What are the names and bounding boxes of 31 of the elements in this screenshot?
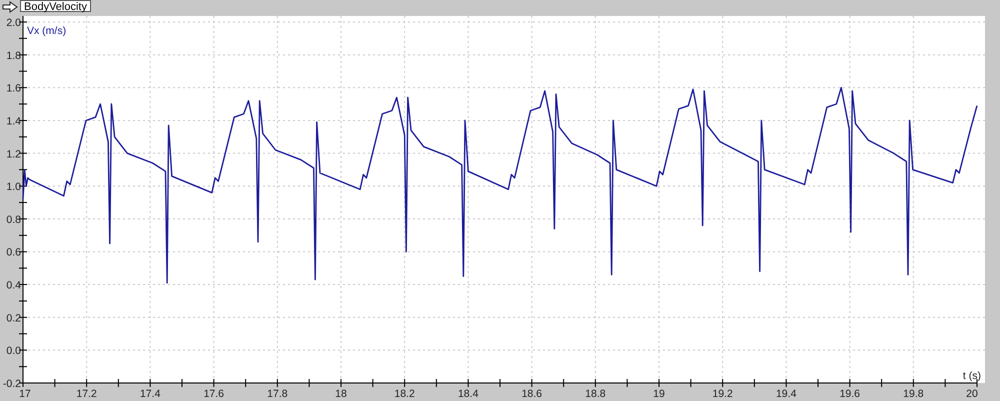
- chart-title-tab[interactable]: BodyVelocity: [20, 0, 91, 12]
- y-tick-label: 0.8: [6, 214, 21, 226]
- x-tick-label: 20: [966, 388, 978, 400]
- x-tick-label: 17.2: [76, 388, 97, 400]
- x-tick-label: 19.8: [903, 388, 924, 400]
- x-tick-label: 17: [19, 388, 31, 400]
- x-axis-label: t (s): [962, 370, 981, 382]
- y-tick-label: 1.6: [6, 82, 21, 95]
- y-tick-label: 1.4: [6, 115, 21, 128]
- x-tick-label: 18.4: [458, 388, 478, 400]
- x-tick-label: 17.8: [267, 388, 288, 400]
- y-tick-label: 2.0: [6, 17, 21, 29]
- y-tick-label: -0.2: [2, 378, 21, 390]
- x-tick-label: 19.6: [840, 388, 860, 400]
- x-tick-label: 17.6: [204, 388, 224, 400]
- y-tick-label: 0.4: [6, 280, 21, 292]
- x-tick-label: 18.8: [585, 388, 606, 400]
- x-tick-label: 17.4: [140, 388, 160, 400]
- x-tick-label: 19.4: [776, 388, 796, 400]
- x-tick-label: 19.2: [712, 388, 733, 400]
- y-tick-label: 0.0: [6, 345, 21, 358]
- x-tick-label: 18.2: [394, 388, 415, 400]
- x-tick-label: 18.6: [522, 388, 542, 400]
- y-tick-label: 1.0: [6, 181, 21, 194]
- x-tick-label: 18: [335, 388, 347, 400]
- y-tick-label: 0.6: [6, 246, 21, 259]
- y-tick-label: 0.2: [6, 312, 21, 324]
- x-tick-label: 19: [653, 388, 665, 400]
- y-axis-label: Vx (m/s): [27, 25, 66, 37]
- y-tick-label: 1.2: [6, 148, 21, 160]
- y-tick-label: 1.8: [6, 50, 21, 62]
